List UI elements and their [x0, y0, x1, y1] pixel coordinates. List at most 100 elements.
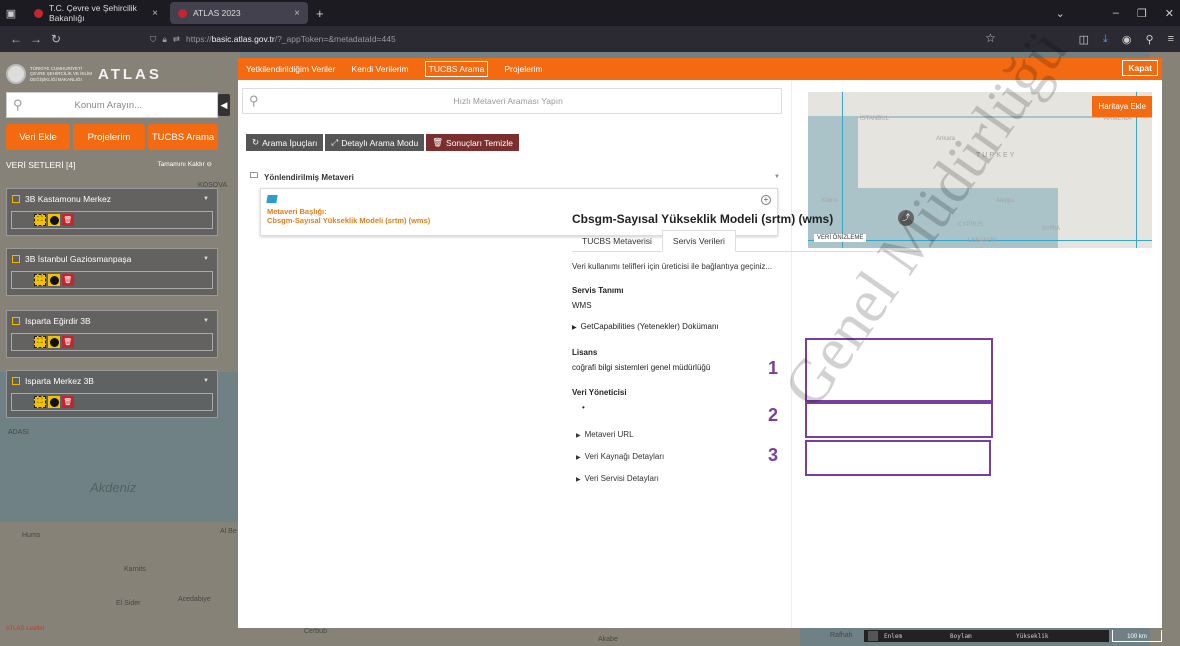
- menu-icon[interactable]: ≡: [1168, 33, 1174, 45]
- browser-tab-label: ATLAS 2023: [193, 8, 241, 18]
- tab-own-data[interactable]: Kendi Verilerim: [351, 64, 408, 74]
- service-definition-section: Servis Tanımı WMS ▶ GetCapabilities (Yete…: [572, 286, 719, 331]
- layer-item[interactable]: Isparta Eğirdir 3B ▼ ⛶ 🗑︎: [6, 310, 218, 358]
- chevron-down-icon[interactable]: ▼: [774, 174, 780, 180]
- layer-name: Isparta Eğirdir 3B: [25, 316, 91, 326]
- folder-icon: 🗀: [250, 171, 258, 180]
- layer-item[interactable]: 3B Kastamonu Merkez ▼ ⛶ 🗑︎: [6, 188, 218, 236]
- info-icon[interactable]: [48, 214, 60, 226]
- datasets-header: VERİ SETLERİ [4] Tamamını Kaldır ⊖: [6, 160, 212, 170]
- search-actions: ↻ Arama İpuçları ⤢ Detaylı Arama Modu 🗑︎ So…: [246, 134, 519, 151]
- trash-icon[interactable]: 🗑︎: [62, 214, 74, 226]
- lock-icon: 🔒︎: [162, 33, 167, 44]
- pocket-icon[interactable]: ◫: [1079, 33, 1089, 46]
- add-data-button[interactable]: Veri Ekle: [6, 124, 70, 150]
- dataset-title: Cbsgm-Sayısal Yükseklik Modeli (srtm) (w…: [572, 212, 834, 226]
- getcapabilities-link[interactable]: ▶ GetCapabilities (Yetenekler) Dokümanı: [572, 322, 719, 331]
- forward-icon[interactable]: →: [26, 32, 46, 46]
- result-group-header[interactable]: 🗀 Yönlendirilmiş Metaveri ▼: [250, 170, 780, 184]
- tab-projects[interactable]: Projelerim: [504, 64, 542, 74]
- lon-label: Boylam: [950, 632, 972, 640]
- extensions-icon[interactable]: ⚲: [1146, 33, 1154, 46]
- info-icon[interactable]: [48, 274, 60, 286]
- collapse-sidebar-button[interactable]: ◀: [218, 94, 230, 116]
- chevron-down-icon[interactable]: ▼: [203, 256, 209, 262]
- trash-icon[interactable]: 🗑︎: [62, 396, 74, 408]
- restore-icon[interactable]: ❐: [1137, 7, 1147, 20]
- map-attribution[interactable]: ATLAS Leaflet: [6, 626, 44, 632]
- preview-place: Aleppo: [996, 198, 1015, 204]
- logo-ministry-text: TÜRKİYE CUMHURİYETİ ÇEVRE ŞEHİRCİLİK VE …: [30, 65, 93, 82]
- section-title: Veri Yöneticisi: [572, 388, 627, 397]
- clear-results-button[interactable]: 🗑︎ Sonuçları Temizle: [426, 134, 519, 151]
- layer-item[interactable]: Isparta Merkez 3B ▼ ⛶ 🗑︎: [6, 370, 218, 418]
- minimize-icon[interactable]: –: [1113, 7, 1119, 19]
- service-type: WMS: [572, 301, 592, 310]
- zoom-to-layer-icon[interactable]: ⛶: [34, 336, 46, 348]
- layer-checkbox[interactable]: [12, 195, 20, 203]
- preview-bbox-line: [842, 92, 843, 248]
- layer-checkbox[interactable]: [12, 317, 20, 325]
- license-section: Lisans coğrafi bilgi sistemleri genel mü…: [572, 348, 710, 372]
- tab-overview-icon[interactable]: ▣: [0, 0, 22, 26]
- browser-tab-active[interactable]: ATLAS 2023 ×: [170, 2, 308, 24]
- info-icon[interactable]: [48, 396, 60, 408]
- tab-service-data[interactable]: Servis Verileri: [661, 230, 736, 252]
- search-coordinate-icon[interactable]: [868, 631, 878, 641]
- account-icon[interactable]: ◉: [1122, 33, 1132, 46]
- chevron-down-icon[interactable]: ▼: [203, 196, 209, 202]
- expander-service-details[interactable]: ▶ Veri Servisi Detayları: [576, 474, 659, 483]
- trash-icon[interactable]: 🗑︎: [62, 336, 74, 348]
- toolbar-icons: ◫ ⤓ ◉ ⚲ ≡: [1079, 26, 1174, 52]
- zoom-to-layer-icon[interactable]: ⛶: [34, 396, 46, 408]
- layer-item[interactable]: 3B İstanbul Gaziosmanpaşa ▼ ⛶ 🗑︎: [6, 248, 218, 296]
- close-tab-icon[interactable]: ×: [294, 8, 300, 19]
- highlight-box-3: [805, 440, 991, 476]
- bookmark-star-icon[interactable]: ☆: [985, 31, 996, 45]
- preview-land: [1058, 188, 1152, 248]
- expand-triangle-icon: ▶: [572, 325, 577, 331]
- chevron-down-icon[interactable]: ▼: [203, 378, 209, 384]
- search-icon: ⚲: [13, 97, 23, 112]
- annotation-number: 2: [768, 405, 779, 425]
- reload-icon[interactable]: ↻: [46, 32, 66, 46]
- search-tips-button[interactable]: ↻ Arama İpuçları: [246, 134, 324, 151]
- url-bar[interactable]: ⛉ 🔒︎ ⇄ https://basic.atlas.gov.tr/?_appT…: [150, 29, 1000, 49]
- back-icon[interactable]: ←: [6, 32, 26, 46]
- projects-button[interactable]: Projelerim: [73, 124, 145, 150]
- preview-place: SYRIA: [1042, 226, 1061, 232]
- new-tab-icon[interactable]: +: [316, 6, 324, 21]
- expander-metadata-url[interactable]: ▶ Metaveri URL: [576, 430, 634, 439]
- app-logo[interactable]: TÜRKİYE CUMHURİYETİ ÇEVRE ŞEHİRCİLİK VE …: [6, 60, 216, 88]
- close-tab-icon[interactable]: ×: [152, 8, 158, 19]
- tab-tucbs-metadata[interactable]: TUCBS Metaverisi: [572, 230, 662, 251]
- license-note: Veri kullanımı telifleri için üreticisi …: [572, 262, 773, 271]
- preview-place: İSTANBUL: [860, 116, 889, 122]
- advanced-search-button[interactable]: ⤢ Detaylı Arama Modu: [325, 134, 425, 151]
- metadata-search-input[interactable]: ⚲ Hızlı Metaveri Araması Yapın: [242, 88, 782, 114]
- search-icon: ⚲: [249, 93, 259, 108]
- download-icon[interactable]: ⤓: [1103, 33, 1108, 46]
- layer-checkbox[interactable]: [12, 255, 20, 263]
- trash-icon[interactable]: 🗑︎: [62, 274, 74, 286]
- remove-all-link[interactable]: Tamamını Kaldır ⊖: [157, 160, 212, 170]
- tab-tucbs-search[interactable]: TUCBS Arama: [424, 61, 489, 77]
- close-button[interactable]: Kapat: [1122, 60, 1158, 76]
- location-search-input[interactable]: ⚲ Konum Arayın...: [6, 92, 218, 118]
- zoom-to-layer-icon[interactable]: ⛶: [34, 274, 46, 286]
- tab-list-icon[interactable]: ⌄: [1056, 7, 1065, 20]
- close-window-icon[interactable]: ✕: [1165, 7, 1174, 20]
- add-circle-icon[interactable]: +: [761, 195, 771, 205]
- tab-authorized-data[interactable]: Yetkilendirildiğim Veriler: [246, 64, 335, 74]
- browser-tab[interactable]: T.C. Çevre ve Şehircilik Bakanlığı ×: [26, 2, 166, 24]
- location-search-placeholder: Konum Arayın...: [74, 99, 143, 111]
- preview-place: Kıbrıs: [822, 198, 838, 204]
- info-icon[interactable]: [48, 336, 60, 348]
- zoom-to-layer-icon[interactable]: ⛶: [34, 214, 46, 226]
- scale-bar: 100 km: [1112, 630, 1162, 642]
- add-to-map-button[interactable]: Haritaya Ekle: [1092, 96, 1152, 117]
- chevron-down-icon[interactable]: ▼: [203, 318, 209, 324]
- layer-checkbox[interactable]: [12, 377, 20, 385]
- tucbs-search-button[interactable]: TUCBS Arama: [148, 124, 218, 150]
- expander-source-details[interactable]: ▶ Veri Kaynağı Detayları: [576, 452, 664, 461]
